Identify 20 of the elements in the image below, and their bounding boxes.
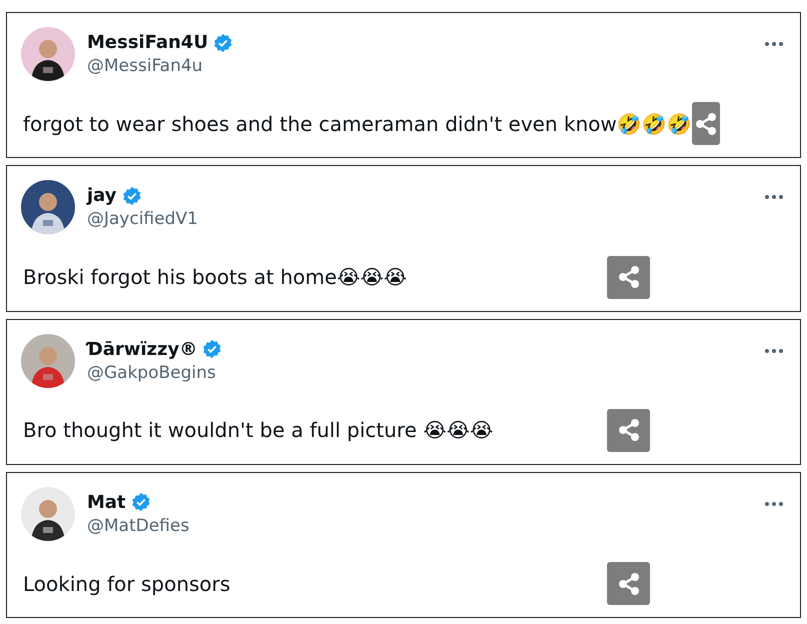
user-name[interactable]: Ɗārwïzzy®: [87, 338, 198, 360]
user-handle[interactable]: @JaycifiedV1: [87, 209, 198, 230]
share-button[interactable]: [607, 256, 650, 298]
user-name[interactable]: MessiFan4U: [87, 32, 208, 53]
share-button[interactable]: [692, 102, 720, 146]
user-name[interactable]: jay: [87, 185, 116, 206]
post-text: Looking for sponsors: [23, 572, 230, 596]
user-handle[interactable]: @GakpoBegins: [87, 362, 222, 382]
post-text: Broski forgot his boots at home😭😭😭: [23, 265, 407, 289]
more-icon[interactable]: [764, 194, 784, 200]
more-icon[interactable]: [764, 41, 784, 47]
user-handle[interactable]: @MessiFan4u: [87, 56, 234, 76]
post-text: Bro thought it wouldn't be a full picture 😭😭😭: [23, 418, 494, 442]
user-handle[interactable]: @MatDefies: [87, 516, 190, 536]
share-button[interactable]: [607, 562, 650, 605]
more-icon[interactable]: [764, 500, 784, 507]
share-button[interactable]: [607, 408, 650, 452]
user-name[interactable]: Mat: [87, 492, 126, 513]
more-icon[interactable]: [764, 348, 784, 354]
post-text: forgot to wear shoes and the cameraman didn't even know🤣🤣🤣: [23, 112, 692, 136]
